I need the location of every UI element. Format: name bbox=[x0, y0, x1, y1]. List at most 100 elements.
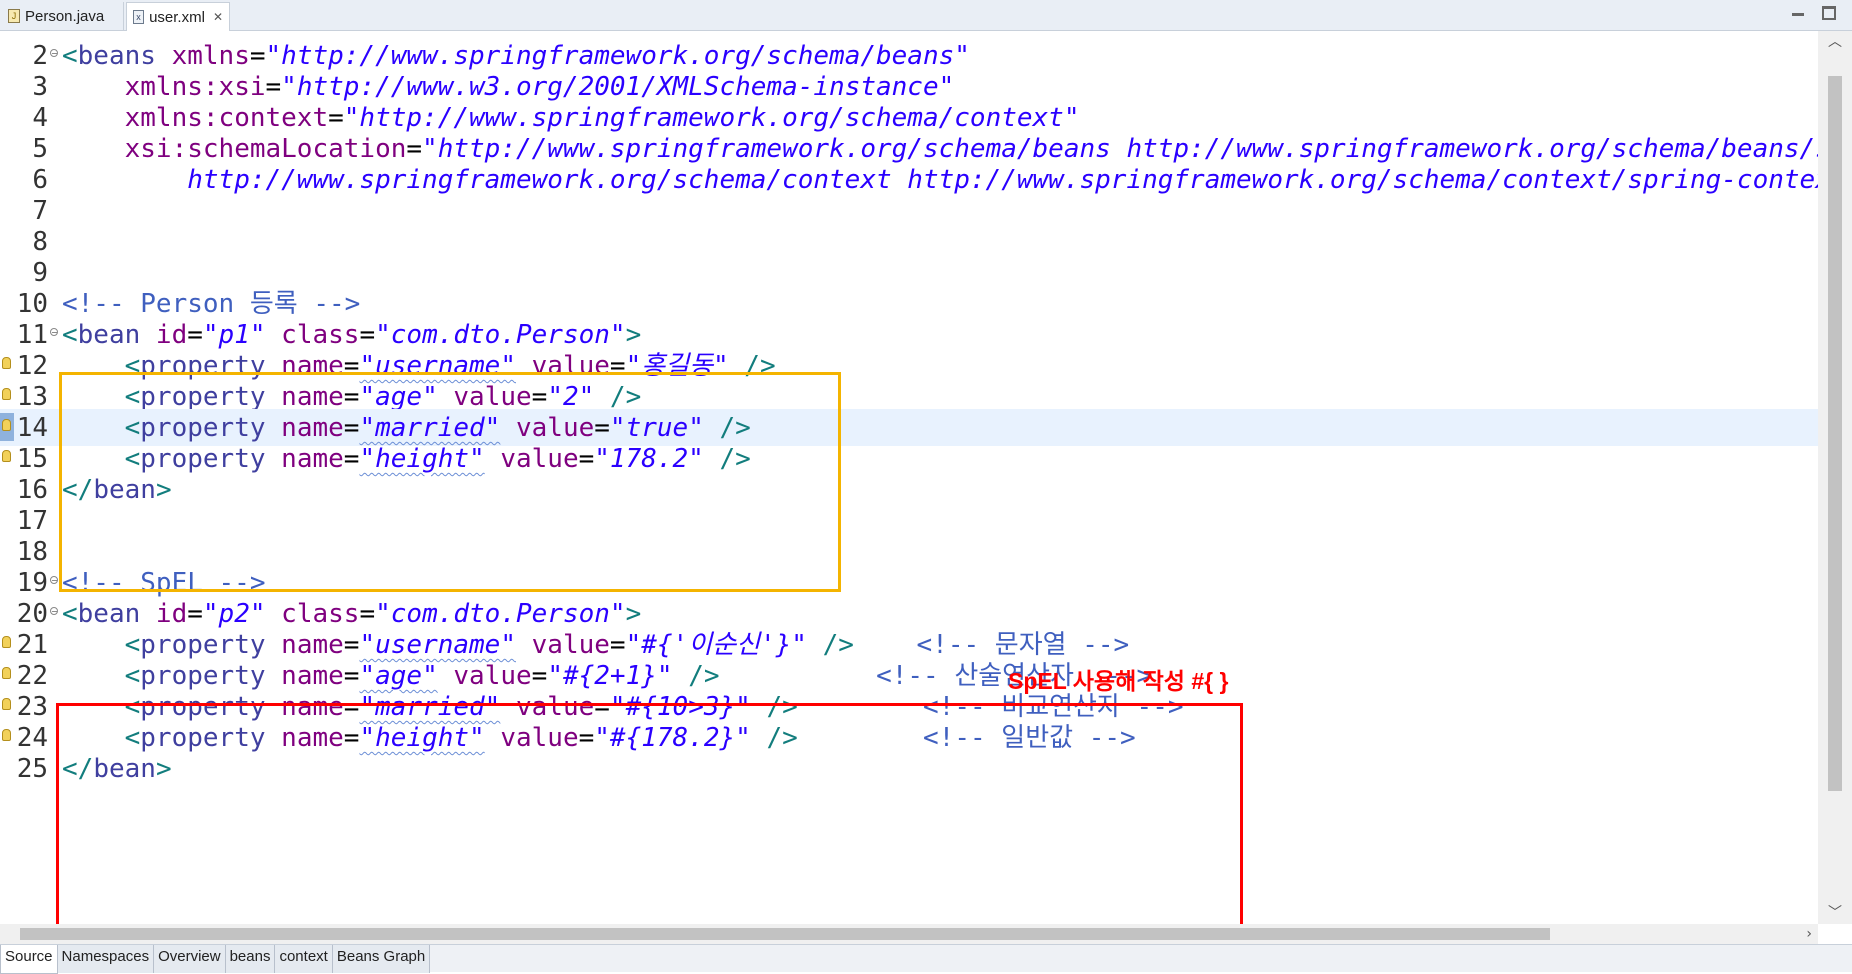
spel-annotation: SpEL 사용해 작성 #{ } bbox=[1008, 668, 1229, 694]
xml-eq: = bbox=[265, 72, 282, 102]
xml-element: bean bbox=[77, 320, 141, 350]
xml-eq: = bbox=[343, 630, 360, 660]
scroll-thumb[interactable] bbox=[1828, 76, 1842, 791]
lightbulb-icon[interactable] bbox=[2, 698, 11, 710]
scroll-thumb[interactable] bbox=[20, 928, 1550, 940]
xml-eq: = bbox=[343, 661, 360, 691]
line-number: 17 bbox=[16, 506, 48, 536]
tab-user-xml[interactable]: x user.xml ✕ bbox=[126, 2, 230, 31]
line-number: 7 bbox=[32, 196, 48, 226]
xml-attr: value bbox=[516, 630, 610, 660]
xml-value: "#{2+1}" bbox=[547, 661, 673, 691]
line-number: 8 bbox=[32, 227, 48, 257]
lightbulb-icon[interactable] bbox=[2, 388, 11, 400]
xml-value: "#{'이순신'}" bbox=[625, 630, 807, 660]
xml-attr: class bbox=[265, 599, 360, 629]
xml-eq: = bbox=[359, 320, 376, 350]
line-number: 22 bbox=[16, 661, 48, 691]
line-number: 13 bbox=[16, 382, 48, 412]
xml-element: property bbox=[140, 661, 266, 691]
line-number: 25 bbox=[16, 754, 48, 784]
line-number: 16 bbox=[16, 475, 48, 505]
vertical-scrollbar[interactable]: ︿ ﹀ bbox=[1818, 31, 1852, 924]
tab-context[interactable]: context bbox=[275, 945, 333, 973]
line-number: 21 bbox=[16, 630, 48, 660]
lightbulb-icon[interactable] bbox=[2, 729, 11, 741]
scroll-down-icon[interactable]: ﹀ bbox=[1818, 902, 1852, 924]
xml-eq: = bbox=[531, 661, 548, 691]
line-number: 20 bbox=[16, 599, 48, 629]
horizontal-scrollbar[interactable]: › bbox=[0, 924, 1818, 944]
xml-eq: = bbox=[359, 599, 376, 629]
xml-element: bean bbox=[77, 599, 141, 629]
fold-toggle-icon[interactable]: − bbox=[50, 607, 58, 616]
xml-element: property bbox=[140, 630, 266, 660]
tab-label: Person.java bbox=[25, 7, 105, 25]
tab-overview[interactable]: Overview bbox=[154, 945, 226, 973]
line-number: 9 bbox=[32, 258, 48, 288]
xml-value: "http://www.springframework.org/schema/b… bbox=[265, 41, 970, 71]
xml-comment: <!-- 문자열 --> bbox=[916, 630, 1130, 660]
xml-attr: class bbox=[265, 320, 360, 350]
lightbulb-icon[interactable] bbox=[2, 636, 11, 648]
java-file-icon: J bbox=[8, 9, 20, 23]
xml-value: http://www.springframework.org/schema/co… bbox=[187, 165, 1818, 195]
xml-eq: = bbox=[328, 103, 344, 133]
fold-toggle-icon[interactable]: − bbox=[50, 49, 58, 58]
line-number: 11 bbox=[16, 320, 48, 350]
editor-page-tabs: Source Namespaces Overview beans context… bbox=[0, 944, 1852, 974]
xml-attr: id bbox=[140, 599, 188, 629]
tab-beans[interactable]: beans bbox=[225, 945, 276, 973]
tab-namespaces[interactable]: Namespaces bbox=[57, 945, 155, 973]
window-controls bbox=[1790, 4, 1836, 20]
lightbulb-icon[interactable] bbox=[2, 667, 11, 679]
xml-value: "age" bbox=[359, 661, 438, 691]
xml-element: beans bbox=[77, 41, 156, 71]
line-number: 14 bbox=[16, 413, 48, 443]
editor-tab-bar: J Person.java x user.xml ✕ bbox=[0, 0, 1852, 31]
line-number: 24 bbox=[16, 723, 48, 753]
line-number: 19 bbox=[16, 568, 48, 598]
close-icon[interactable]: ✕ bbox=[213, 10, 223, 24]
xml-value: "p1" bbox=[202, 320, 266, 350]
scroll-up-icon[interactable]: ︿ bbox=[1818, 31, 1852, 53]
xml-value: "com.dto.Person" bbox=[375, 320, 626, 350]
xml-attr: xmlns bbox=[155, 41, 250, 71]
line-number: 23 bbox=[16, 692, 48, 722]
xml-punct: < bbox=[62, 320, 78, 350]
lightbulb-icon[interactable] bbox=[2, 357, 11, 369]
lightbulb-icon[interactable] bbox=[2, 450, 11, 462]
line-gutter: 25 bbox=[0, 750, 60, 787]
tab-person-java[interactable]: J Person.java bbox=[2, 2, 124, 30]
xml-eq: = bbox=[249, 41, 266, 71]
tab-beans-graph[interactable]: Beans Graph bbox=[332, 945, 431, 973]
xml-punct: > bbox=[625, 320, 642, 350]
tab-label: user.xml bbox=[149, 8, 205, 26]
xml-eq: = bbox=[187, 320, 203, 350]
xml-file-icon: x bbox=[133, 10, 145, 24]
line-number: 4 bbox=[32, 103, 48, 133]
line-number: 6 bbox=[32, 165, 48, 195]
scroll-right-icon[interactable]: › bbox=[1806, 924, 1812, 944]
fold-toggle-icon[interactable]: − bbox=[50, 328, 58, 337]
line-number: 12 bbox=[16, 351, 48, 381]
xml-attr: name bbox=[265, 661, 344, 691]
fold-toggle-icon[interactable]: − bbox=[50, 576, 58, 585]
highlight-box-spel bbox=[56, 703, 1243, 927]
lightbulb-icon[interactable] bbox=[2, 419, 11, 431]
line-number: 15 bbox=[16, 444, 48, 474]
xml-punct: /> bbox=[672, 661, 720, 691]
xml-eq: = bbox=[609, 630, 626, 660]
line-number: 10 bbox=[16, 289, 48, 319]
xml-attr: name bbox=[265, 630, 344, 660]
xml-eq: = bbox=[187, 599, 203, 629]
xml-attr: value bbox=[437, 661, 532, 691]
xml-value: "http://www.w3.org/2001/XMLSchema-instan… bbox=[281, 72, 955, 102]
xml-comment: <!-- Person 등록 --> bbox=[62, 289, 361, 319]
line-number: 3 bbox=[32, 72, 48, 102]
minimize-icon[interactable] bbox=[1790, 4, 1806, 20]
line-number: 5 bbox=[32, 134, 48, 164]
maximize-icon[interactable] bbox=[1820, 4, 1836, 20]
tab-source[interactable]: Source bbox=[0, 945, 58, 974]
line-number: 2 bbox=[32, 41, 48, 71]
